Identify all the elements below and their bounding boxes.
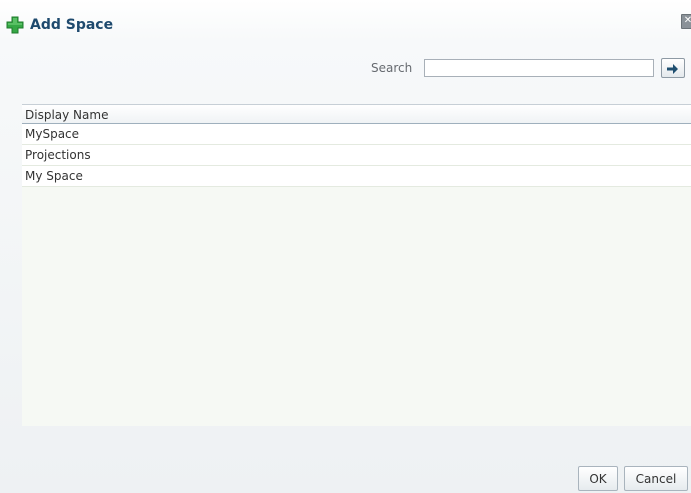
column-header-display-name[interactable]: Display Name (22, 104, 691, 124)
dialog-title: Add Space (30, 17, 114, 33)
table-row[interactable]: My Space (22, 166, 691, 187)
add-icon (6, 16, 24, 34)
search-go-button[interactable] (661, 58, 685, 78)
dialog-title-bar: Add Space (6, 14, 113, 36)
table-row[interactable]: MySpace (22, 124, 691, 145)
table-row[interactable]: Projections (22, 145, 691, 166)
cancel-button[interactable]: Cancel (624, 466, 688, 491)
add-space-dialog: Add Space ✕ Search Display Name MySpace … (0, 0, 691, 493)
search-label: Search (371, 61, 413, 75)
search-input[interactable] (424, 59, 654, 77)
ok-button[interactable]: OK (578, 466, 618, 491)
arrow-right-icon (667, 59, 679, 78)
close-icon[interactable]: ✕ (681, 14, 691, 29)
spaces-table: Display Name MySpace Projections My Spac… (22, 104, 691, 426)
